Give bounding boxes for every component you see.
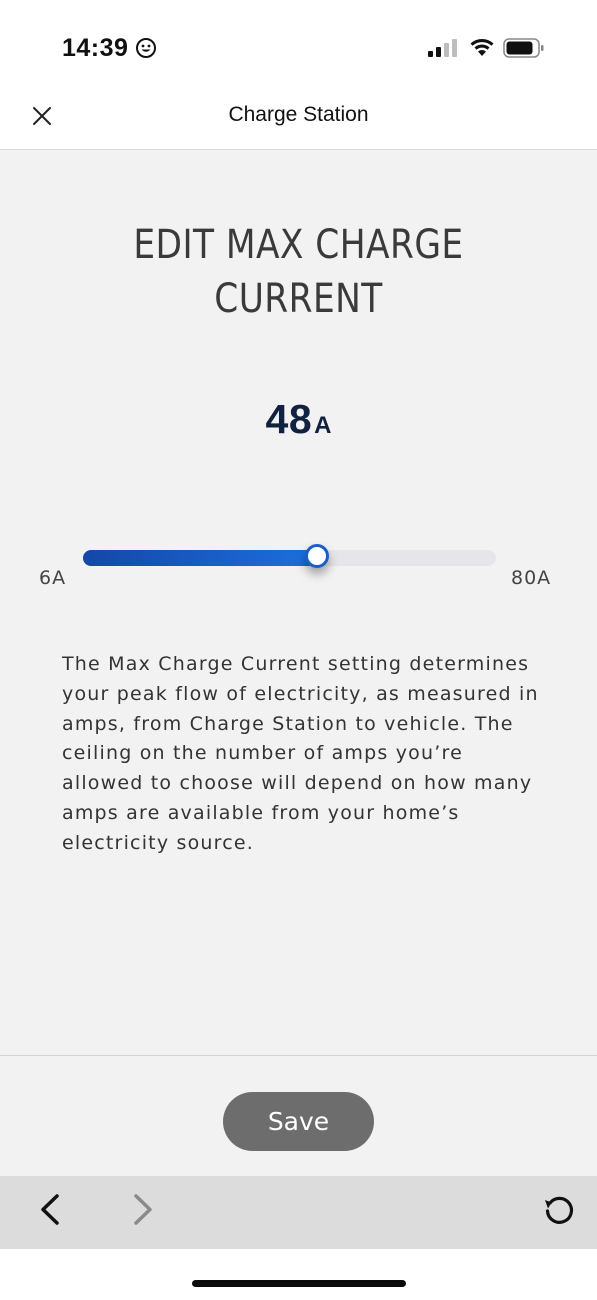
slider-thumb[interactable] — [305, 544, 329, 568]
heading-line-1: EDIT MAX CHARGE — [133, 222, 464, 268]
cellular-signal-icon — [428, 38, 458, 62]
battery-icon — [503, 37, 545, 63]
description-text: The Max Charge Current setting determine… — [62, 653, 539, 854]
browser-toolbar — [0, 1176, 597, 1249]
back-button[interactable] — [28, 1190, 72, 1234]
slider-fill — [83, 550, 317, 566]
smiley-icon — [135, 37, 157, 63]
save-button[interactable]: Save — [223, 1092, 374, 1151]
home-indicator-area — [0, 1249, 597, 1300]
nav-title: Charge Station — [228, 103, 369, 126]
reload-icon — [545, 1196, 574, 1224]
current-value-display: 48A — [0, 396, 597, 443]
forward-arrow-icon — [134, 1194, 152, 1225]
slider-min-label: 6A — [39, 567, 67, 589]
status-bar: 14:39 — [0, 0, 597, 84]
back-arrow-icon — [41, 1194, 59, 1225]
forward-button[interactable] — [122, 1190, 166, 1234]
page-heading: EDIT MAX CHARGE CURRENT — [93, 218, 503, 326]
status-time: 14:39 — [62, 34, 129, 62]
heading-line-2: CURRENT — [214, 276, 383, 322]
footer-divider — [0, 1055, 597, 1056]
home-indicator[interactable] — [192, 1280, 406, 1287]
wifi-icon — [469, 37, 495, 61]
current-value-unit: A — [314, 412, 332, 439]
navigation-bar: Charge Station — [0, 84, 597, 150]
current-value-number: 48 — [265, 396, 313, 442]
slider-max-label: 80A — [511, 567, 552, 589]
max-current-slider[interactable] — [83, 544, 496, 568]
reload-button[interactable] — [538, 1190, 582, 1234]
